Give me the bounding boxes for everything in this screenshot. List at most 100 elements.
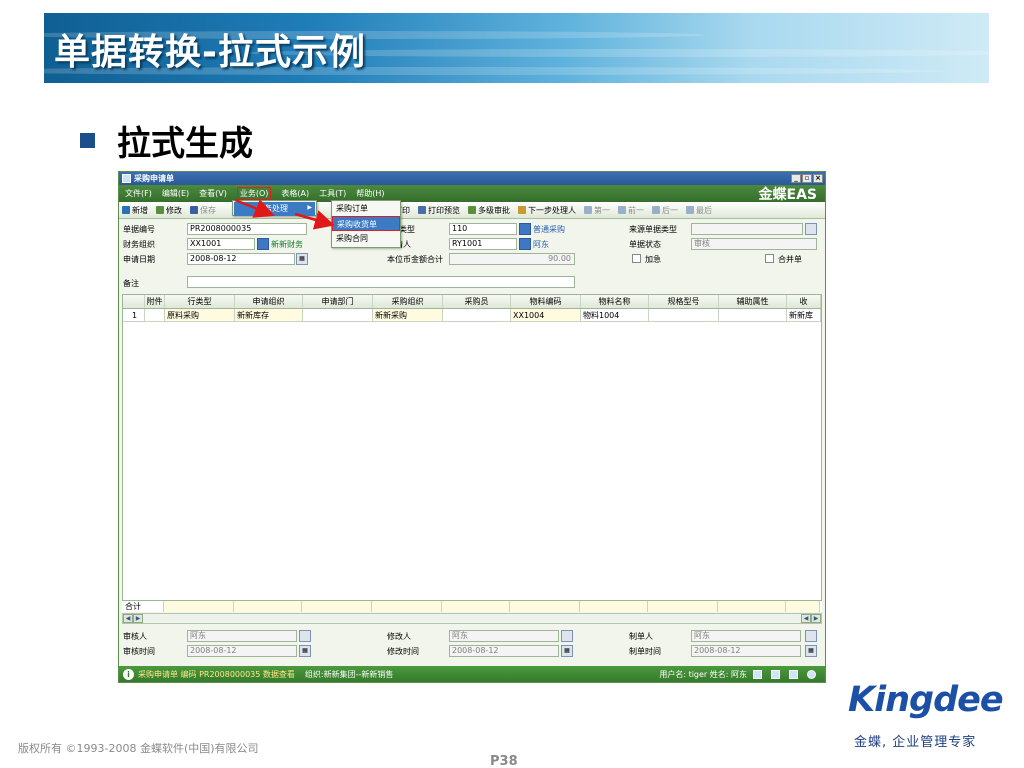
new-button[interactable]: 新增 (122, 205, 148, 216)
remark-field[interactable] (187, 276, 575, 288)
multi-approve-button[interactable]: 多级审批 (468, 205, 510, 216)
next-handler-button[interactable]: 下一步处理人 (518, 205, 576, 216)
scroll-right-icon[interactable]: ▶ (133, 614, 143, 623)
apply-date-field[interactable]: 2008-08-12 (187, 253, 295, 265)
biz-type-field[interactable]: 110 (449, 223, 517, 235)
prev-button[interactable]: 前一 (618, 205, 644, 216)
window-icon (122, 174, 131, 183)
calendar-icon[interactable]: ▦ (296, 253, 308, 265)
bill-no-field[interactable]: PR2008000035 (187, 223, 307, 235)
col-header: 规格型号 (649, 295, 719, 308)
next-button[interactable]: 后一 (652, 205, 678, 216)
amount-field: 90.00 (449, 253, 575, 265)
print-preview-button[interactable]: 打印预览 (418, 205, 460, 216)
last-button[interactable]: 最后 (686, 205, 712, 216)
menu-item-purchase-contract[interactable]: 采购合同 (332, 231, 400, 246)
col-header: 申请组织 (235, 295, 303, 308)
apply-date-label: 申请日期 (123, 255, 155, 264)
restore-button[interactable]: ▫ (802, 174, 812, 183)
horizontal-scrollbar[interactable]: ◀ ▶ ◀ ▶ (122, 613, 822, 624)
menu-item-purchase-receipt[interactable]: 采购收货单 (332, 216, 400, 231)
bullet-square-icon (80, 133, 95, 148)
status-bar: i 采购申请单 编码 PR2008000035 数据查看 组织:新新集团--新新… (119, 666, 825, 682)
menu-business[interactable]: 业务(O) (236, 187, 272, 200)
scroll-left-icon[interactable]: ◀ (123, 614, 133, 623)
scroll-left-end-icon[interactable]: ◀ (801, 614, 811, 623)
first-icon (584, 206, 592, 214)
grid-icon[interactable] (789, 669, 798, 679)
save-button[interactable]: 保存 (190, 205, 216, 216)
col-header: 物料名称 (581, 295, 649, 308)
urgent-checkbox[interactable] (632, 254, 641, 263)
merge-checkbox[interactable] (765, 254, 774, 263)
finance-org-field[interactable]: XX1001 (187, 238, 255, 250)
remark-label: 备注 (123, 279, 139, 288)
col-header: 收 (787, 295, 821, 308)
source-type-label: 来源单据类型 (629, 225, 677, 234)
modify-calendar-icon[interactable]: ▦ (561, 645, 573, 657)
merge-label: 合并单 (778, 255, 802, 264)
slogan: 金蝶, 企业管理专家 (854, 735, 977, 750)
help-icon[interactable] (807, 669, 816, 679)
handler-icon (518, 206, 526, 214)
col-header: 申请部门 (303, 295, 373, 308)
col-header: 附件 (145, 295, 165, 308)
status-field: 审核 (691, 238, 817, 250)
source-type-lookup-icon[interactable] (805, 223, 817, 235)
business-submenu: 采购订单 采购收货单 采购合同 (331, 200, 401, 248)
biz-type-lookup-icon[interactable] (519, 223, 531, 235)
source-type-field (691, 223, 803, 235)
audit-calendar-icon[interactable]: ▦ (299, 645, 311, 657)
menu-item-purchase-order[interactable]: 采购订单 (332, 201, 400, 216)
menu-item-business-process[interactable]: 业务处理 (234, 202, 315, 216)
page-number: P38 (490, 754, 518, 768)
status-label: 单据状态 (629, 240, 661, 249)
create-calendar-icon[interactable]: ▦ (805, 645, 817, 657)
audit-time-field: 2008-08-12 (187, 645, 297, 657)
menu-table[interactable]: 表格(A) (281, 188, 309, 199)
monitor-icon[interactable] (771, 669, 780, 679)
applicant-name: 阿东 (533, 240, 549, 249)
window-title: 采购申请单 (134, 174, 174, 183)
minimize-button[interactable]: _ (791, 174, 801, 183)
col-header: 辅助属性 (719, 295, 787, 308)
modify-time-field: 2008-08-12 (449, 645, 559, 657)
menu-tools[interactable]: 工具(T) (319, 188, 346, 199)
save-icon (190, 206, 198, 214)
finance-org-name: 新新财务 (271, 240, 303, 249)
urgent-label: 加急 (645, 255, 661, 264)
auditor-label: 审核人 (123, 632, 147, 641)
col-header: 物料编码 (511, 295, 581, 308)
finance-org-lookup-icon[interactable] (257, 238, 269, 250)
auditor-field: 阿东 (187, 630, 297, 642)
next-icon (652, 206, 660, 214)
menu-edit[interactable]: 编辑(E) (162, 188, 189, 199)
auditor-lookup-icon[interactable] (299, 630, 311, 642)
biz-type-name: 普通采购 (533, 225, 565, 234)
prev-icon (618, 206, 626, 214)
eas-brand: 金蝶EAS (758, 186, 817, 203)
window-titlebar: 采购申请单 _ ▫ × (119, 172, 825, 185)
modifier-lookup-icon[interactable] (561, 630, 573, 642)
biz-type-label: 类型 (399, 225, 415, 234)
window-icon[interactable] (753, 669, 762, 679)
toolbar: 新增 修改 保存 打印 打印预览 多级审批 下一步处理人 第一 前一 后一 最后 (119, 202, 825, 219)
edit-button[interactable]: 修改 (156, 205, 182, 216)
finance-org-label: 财务组织 (123, 240, 155, 249)
table-row[interactable]: 1 原料采购 新新库存 新新采购 XX1004 物料1004 新新库 (123, 309, 821, 322)
close-button[interactable]: × (813, 174, 823, 183)
scroll-right-end-icon[interactable]: ▶ (811, 614, 821, 623)
applicant-field[interactable]: RY1001 (449, 238, 517, 250)
creator-lookup-icon[interactable] (805, 630, 817, 642)
menubar: 文件(F) 编辑(E) 查看(V) 业务(O) 表格(A) 工具(T) 帮助(H… (119, 185, 825, 203)
create-time-field: 2008-08-12 (691, 645, 801, 657)
menu-file[interactable]: 文件(F) (125, 188, 152, 199)
bullet-row: 拉式生成 (80, 116, 253, 165)
col-header: 采购组织 (373, 295, 443, 308)
header-form: 单据编号 PR2008000035 财务组织 XX1001 新新财务 申请日期 … (119, 222, 825, 272)
menu-view[interactable]: 查看(V) (199, 188, 227, 199)
menu-help[interactable]: 帮助(H) (356, 188, 384, 199)
creator-field: 阿东 (691, 630, 801, 642)
applicant-lookup-icon[interactable] (519, 238, 531, 250)
first-button[interactable]: 第一 (584, 205, 610, 216)
